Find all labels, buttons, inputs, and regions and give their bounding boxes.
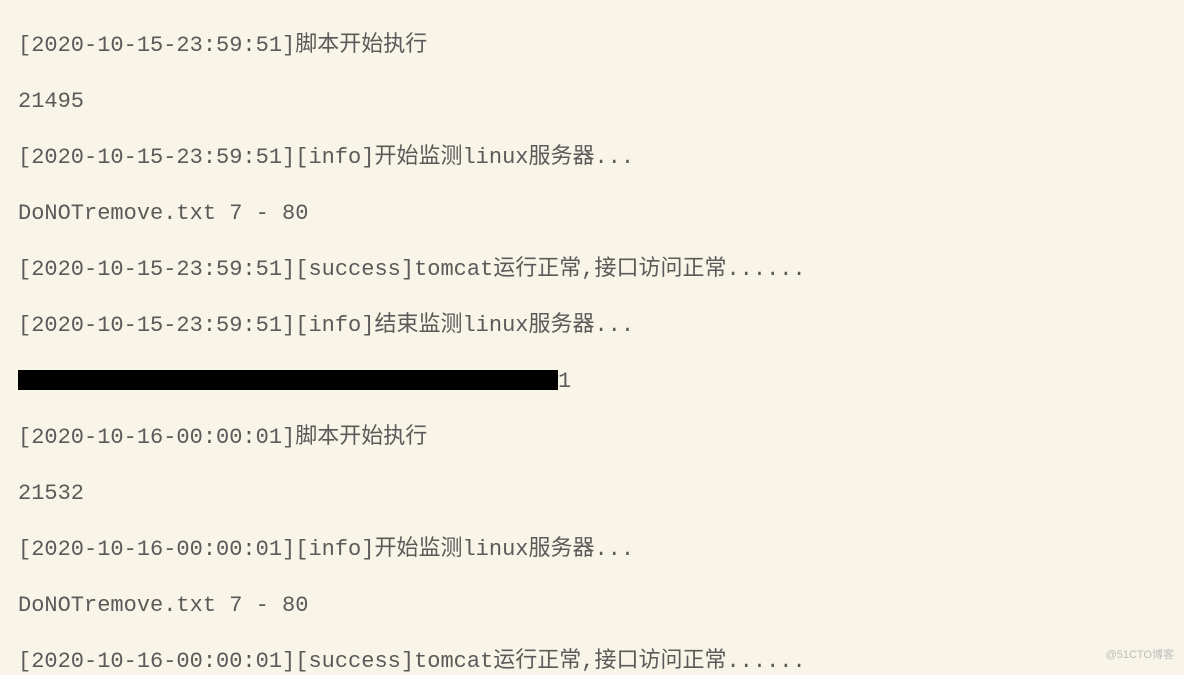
redaction-bar — [18, 370, 558, 390]
log-line: [2020-10-15-23:59:51][success]tomcat运行正常… — [18, 256, 1176, 284]
log-line: [2020-10-16-00:00:01][info]开始监测linux服务器.… — [18, 536, 1176, 564]
log-line: [2020-10-15-23:59:51][info]开始监测linux服务器.… — [18, 144, 1176, 172]
log-line: [2020-10-16-00:00:01][success]tomcat运行正常… — [18, 648, 1176, 675]
watermark: @51CTO博客 — [1106, 641, 1174, 669]
log-line: 21495 — [18, 88, 1176, 116]
log-line: [2020-10-15-23:59:51][info]结束监测linux服务器.… — [18, 312, 1176, 340]
log-line: [2020-10-16-00:00:01]脚本开始执行 — [18, 424, 1176, 452]
log-line: [2020-10-15-23:59:51]脚本开始执行 — [18, 32, 1176, 60]
log-line: DoNOTremove.txt 7 - 80 — [18, 200, 1176, 228]
log-line: DoNOTremove.txt 7 - 80 — [18, 592, 1176, 620]
redacted-line: 1 — [18, 368, 1176, 396]
terminal-output: [2020-10-15-23:59:51]脚本开始执行 21495 [2020-… — [0, 0, 1184, 675]
log-line: 21532 — [18, 480, 1176, 508]
redaction-tail: 1 — [558, 369, 571, 394]
